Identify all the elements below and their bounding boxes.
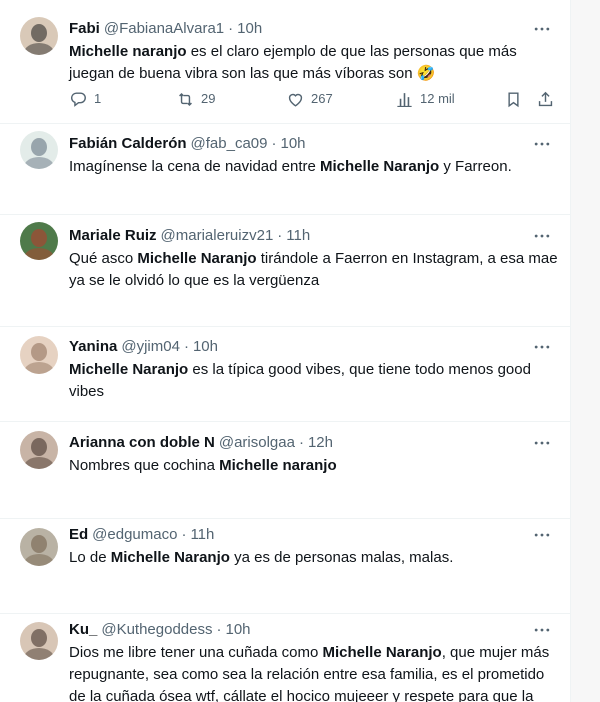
tweet-header: Ed @edgumaco · 11h xyxy=(69,525,214,545)
heart-icon xyxy=(286,90,305,109)
separator-dot: · xyxy=(271,135,277,152)
author-handle[interactable]: @fab_ca09 xyxy=(191,135,268,152)
highlighted-term: Michelle Naranjo xyxy=(69,361,189,378)
text-segment: Qué asco xyxy=(69,250,138,267)
separator-dot: · xyxy=(181,526,187,543)
avatar[interactable] xyxy=(20,431,58,469)
avatar[interactable] xyxy=(20,622,58,660)
more-options-icon[interactable] xyxy=(532,134,552,154)
more-options-icon[interactable] xyxy=(532,226,552,246)
separator-dot: · xyxy=(183,338,189,355)
author-name[interactable]: Yanina xyxy=(69,338,117,355)
tweet-6[interactable]: Ed @edgumaco · 11h Lo de Michelle Naranjo ya… xyxy=(0,518,570,614)
more-options-icon[interactable] xyxy=(532,19,552,39)
separator-dot: · xyxy=(277,227,283,244)
more-options-icon[interactable] xyxy=(532,525,552,545)
more-options-icon[interactable] xyxy=(532,620,552,640)
text-segment: ya es de personas malas, malas. xyxy=(229,549,454,566)
author-handle[interactable]: @marialeruizv21 xyxy=(161,227,274,244)
author-handle[interactable]: @Kuthegoddess xyxy=(101,621,212,638)
tweet-feed: Fabi @FabianaAlvara1 · 10h Michelle naranjo … xyxy=(0,0,571,702)
highlighted-term: Michelle naranjo xyxy=(219,457,337,474)
author-handle[interactable]: @yjim04 xyxy=(121,338,180,355)
author-name[interactable]: Arianna con doble N xyxy=(69,434,215,451)
bookmark-icon xyxy=(504,90,523,109)
retweet-icon xyxy=(176,90,195,109)
highlighted-term: Michelle Naranjo xyxy=(320,158,440,175)
timestamp[interactable]: 10h xyxy=(237,20,262,37)
highlighted-term: Michelle Naranjo xyxy=(322,644,442,661)
avatar[interactable] xyxy=(20,222,58,260)
tweet-header: Ku_ @Kuthegoddess · 10h xyxy=(69,620,251,640)
avatar[interactable] xyxy=(20,336,58,374)
like-button[interactable]: 267 xyxy=(286,89,333,109)
reply-icon xyxy=(69,90,88,109)
text-segment: Dios me libre tener una cuñada como xyxy=(69,644,323,661)
retweets-count: 29 xyxy=(201,91,216,106)
timestamp[interactable]: 11h xyxy=(190,526,214,543)
views-count: 12 mil xyxy=(420,91,455,106)
author-handle[interactable]: @FabianaAlvara1 xyxy=(104,20,224,37)
highlighted-term: Michelle Naranjo xyxy=(137,250,257,267)
tweet-actions: 1 29 267 12 mil xyxy=(69,89,559,109)
tweet-header: Arianna con doble N @arisolgaa · 12h xyxy=(69,433,333,453)
views-button[interactable]: 12 mil xyxy=(395,89,455,109)
author-name[interactable]: Mariale Ruiz xyxy=(69,227,157,244)
tweet-text: Qué asco Michelle Naranjo tirándole a Fa… xyxy=(69,248,559,292)
timestamp[interactable]: 12h xyxy=(308,434,333,451)
timestamp[interactable]: 10h xyxy=(193,338,218,355)
text-segment: Imagínense la cena de navidad entre xyxy=(69,158,321,175)
share-icon xyxy=(536,90,555,109)
avatar[interactable] xyxy=(20,528,58,566)
reply-button[interactable]: 1 xyxy=(69,89,101,109)
views-icon xyxy=(395,90,414,109)
tweet-3[interactable]: Mariale Ruiz @marialeruizv21 · 11h Qué asco … xyxy=(0,214,570,327)
separator-dot: · xyxy=(298,434,304,451)
tweet-header: Fabi @FabianaAlvara1 · 10h xyxy=(69,19,262,39)
author-handle[interactable]: @arisolgaa xyxy=(219,434,295,451)
replies-count: 1 xyxy=(94,91,102,106)
separator-dot: · xyxy=(228,20,234,37)
more-options-icon[interactable] xyxy=(532,433,552,453)
bookmark-button[interactable] xyxy=(504,89,523,109)
more-options-icon[interactable] xyxy=(532,337,552,357)
tweet-4[interactable]: Yanina @yjim04 · 10h Michelle Naranjo es la … xyxy=(0,326,570,422)
author-handle[interactable]: @edgumaco xyxy=(92,526,177,543)
tweet-text: Dios me libre tener una cuñada como Mich… xyxy=(69,642,559,702)
retweet-button[interactable]: 29 xyxy=(176,89,215,109)
tweet-text: Michelle naranjo es el claro ejemplo de … xyxy=(69,41,559,85)
timestamp[interactable]: 10h xyxy=(280,135,305,152)
timestamp[interactable]: 10h xyxy=(225,621,250,638)
tweet-5[interactable]: Arianna con doble N @arisolgaa · 12h Nombres… xyxy=(0,421,570,519)
timestamp[interactable]: 11h xyxy=(286,227,310,244)
author-name[interactable]: Ed xyxy=(69,526,88,543)
highlighted-term: Michelle Naranjo xyxy=(110,549,230,566)
author-name[interactable]: Fabi xyxy=(69,20,100,37)
highlighted-term: Michelle naranjo xyxy=(69,43,187,60)
author-name[interactable]: Ku_ xyxy=(69,621,97,638)
scrollbar-track[interactable] xyxy=(571,0,600,702)
avatar[interactable] xyxy=(20,17,58,55)
tweet-1[interactable]: Fabi @FabianaAlvara1 · 10h Michelle naranjo … xyxy=(0,0,570,124)
tweet-text: Nombres que cochina Michelle naranjo xyxy=(69,455,559,477)
tweet-header: Mariale Ruiz @marialeruizv21 · 11h xyxy=(69,226,310,246)
author-name[interactable]: Fabián Calderón xyxy=(69,135,187,152)
tweet-2[interactable]: Fabián Calderón @fab_ca09 · 10h Imagínense l… xyxy=(0,123,570,215)
tweet-text: Imagínense la cena de navidad entre Mich… xyxy=(69,156,559,178)
tweet-text: Michelle Naranjo es la típica good vibes… xyxy=(69,359,559,403)
tweet-header: Yanina @yjim04 · 10h xyxy=(69,337,218,357)
share-button[interactable] xyxy=(536,89,555,109)
tweet-header: Fabián Calderón @fab_ca09 · 10h xyxy=(69,134,306,154)
tweet-7[interactable]: Ku_ @Kuthegoddess · 10h Dios me libre tener … xyxy=(0,613,570,702)
tweet-text: Lo de Michelle Naranjo ya es de personas… xyxy=(69,547,559,569)
text-segment: y Farreon. xyxy=(439,158,512,175)
likes-count: 267 xyxy=(311,91,333,106)
text-segment: Lo de xyxy=(69,549,111,566)
separator-dot: · xyxy=(216,621,222,638)
avatar[interactable] xyxy=(20,131,58,169)
text-segment: Nombres que cochina xyxy=(69,457,220,474)
